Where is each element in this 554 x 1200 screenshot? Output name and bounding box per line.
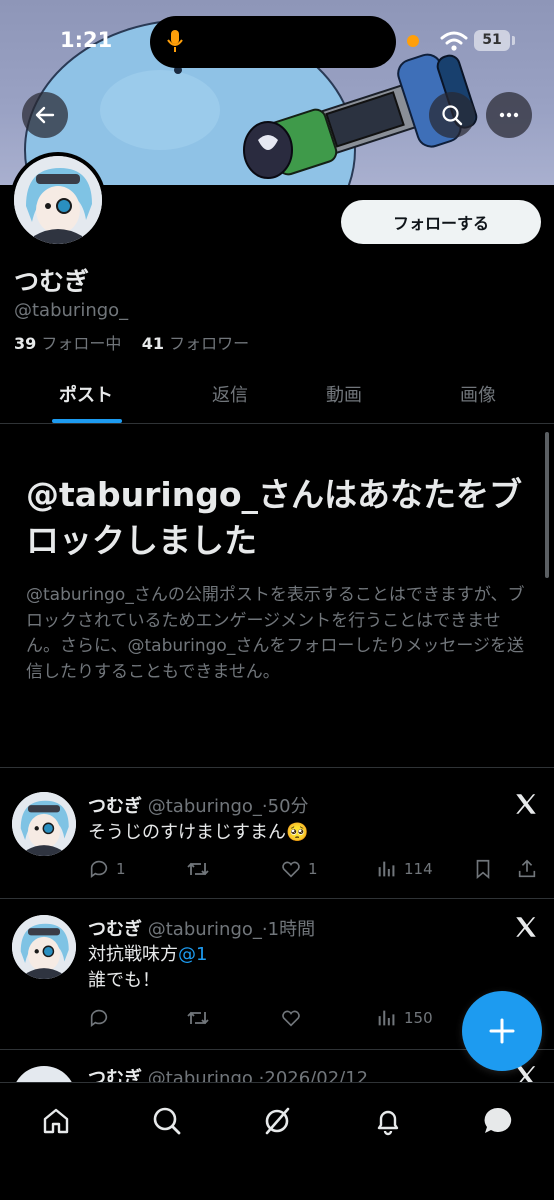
views-button[interactable]: 150 (376, 1005, 433, 1031)
scrollbar[interactable] (545, 432, 549, 578)
following-count: 39 (14, 334, 37, 353)
avatar-image (12, 792, 76, 856)
tweet-text: そうじのすけまじすまん🥺 (88, 822, 309, 843)
microphone-icon (167, 30, 183, 52)
tweet-author-handle[interactable]: @taburingo_ (148, 796, 262, 817)
bell-icon (377, 1110, 399, 1136)
battery-tip (512, 36, 515, 45)
followers-label: フォロワー (169, 334, 250, 353)
x-logo-icon (516, 794, 536, 814)
tweet-author-name[interactable]: つむぎ (88, 796, 142, 817)
tweet-header: つむぎ @taburingo_·50分 (88, 792, 309, 818)
views-icon (378, 1010, 395, 1026)
avatar-image (12, 915, 76, 979)
tweet-text: 対抗戦味方@1 誰でも！ (88, 942, 207, 994)
bookmark-icon (476, 859, 490, 880)
search-icon (153, 1107, 181, 1135)
tweet-header: つむぎ @taburingo ·2026/02/12 (88, 1064, 368, 1082)
like-button[interactable]: 1 (280, 856, 318, 882)
tweet-author-name[interactable]: つむぎ (88, 1068, 142, 1082)
follow-stats: 39 フォロー中 41 フォロワー (14, 330, 249, 354)
compose-button[interactable] (462, 991, 542, 1071)
following-link[interactable]: 39 フォロー中 (14, 334, 121, 353)
tweet-time[interactable]: ·1時間 (262, 919, 315, 940)
bottom-navigation (0, 1082, 554, 1200)
blocked-description: @taburingo_さんの公開ポストを表示することはできますが、ブロックされて… (26, 585, 525, 682)
profile-display-name: つむぎ (14, 267, 90, 296)
view-count: 114 (404, 860, 433, 878)
followers-link[interactable]: 41 フォロワー (142, 334, 249, 353)
nav-grok[interactable] (257, 1101, 297, 1141)
tweet-author-name[interactable]: つむぎ (88, 919, 142, 940)
search-icon (442, 105, 463, 126)
x-logo-icon (516, 917, 536, 937)
tweet-time[interactable]: ·2026/02/12 (259, 1068, 368, 1082)
more-button[interactable] (486, 92, 532, 138)
repost-button[interactable] (186, 1005, 210, 1031)
reply-button[interactable] (88, 1005, 110, 1031)
share-button[interactable] (516, 856, 538, 882)
battery-indicator: 51 (474, 30, 510, 51)
active-tab-indicator (52, 419, 122, 423)
tweet-text-line1: 対抗戦味方 (88, 944, 178, 965)
like-count: 1 (308, 860, 318, 878)
nav-search[interactable] (147, 1101, 187, 1141)
nav-home[interactable] (36, 1101, 76, 1141)
heart-icon (282, 1010, 300, 1027)
reply-icon (90, 1009, 108, 1027)
profile-handle: @taburingo_ (14, 300, 129, 321)
tweet-text-line2: 誰でも！ (88, 970, 160, 991)
heart-icon (282, 861, 300, 878)
tweet-avatar[interactable] (12, 792, 76, 856)
tab-replies[interactable]: 返信 (170, 364, 290, 424)
tab-images[interactable]: 画像 (418, 364, 538, 424)
nav-notifications[interactable] (368, 1101, 408, 1141)
avatar-image (14, 156, 102, 244)
tweet-author-handle[interactable]: @taburingo (148, 1068, 253, 1082)
status-time: 1:21 (60, 28, 113, 52)
mention-link[interactable]: @1 (178, 944, 207, 965)
bookmark-button[interactable] (472, 856, 494, 882)
grok-icon (265, 1107, 290, 1135)
profile-avatar[interactable] (10, 152, 106, 248)
repost-button[interactable] (186, 856, 210, 882)
search-button[interactable] (429, 92, 475, 138)
profile-tabs: ポスト 返信 動画 画像 (0, 364, 554, 424)
nav-messages[interactable] (478, 1101, 518, 1141)
repost-icon (187, 862, 209, 876)
back-button[interactable] (22, 92, 68, 138)
repost-icon (187, 1011, 209, 1025)
like-button[interactable] (280, 1005, 302, 1031)
tweet-author-handle[interactable]: @taburingo_ (148, 919, 262, 940)
tab-videos[interactable]: 動画 (284, 364, 404, 424)
tweet-avatar[interactable] (12, 1066, 76, 1082)
tweet-time[interactable]: ·50分 (262, 796, 309, 817)
dynamic-island (150, 16, 396, 68)
views-icon (378, 861, 395, 877)
followers-count: 41 (141, 334, 164, 353)
arrow-left-icon (35, 106, 55, 124)
tab-posts[interactable]: ポスト (26, 364, 146, 424)
view-count: 150 (404, 1009, 433, 1027)
plus-icon (489, 1018, 515, 1044)
following-label: フォロー中 (41, 334, 122, 353)
wifi-icon (440, 31, 468, 51)
messages-icon (484, 1107, 512, 1133)
more-horizontal-icon (499, 112, 519, 118)
follow-button[interactable]: フォローする (341, 200, 541, 244)
tweet-actions: 1 1 114 (88, 856, 548, 882)
privacy-indicator (407, 35, 419, 47)
reply-icon (90, 860, 108, 878)
tweet-avatar[interactable] (12, 915, 76, 979)
blocked-title: @taburingo_さんはあなたをブロックしました (26, 475, 523, 560)
tweet-header: つむぎ @taburingo_·1時間 (88, 915, 315, 941)
share-icon (518, 859, 536, 878)
reply-button[interactable]: 1 (88, 856, 126, 882)
reply-count: 1 (116, 860, 126, 878)
home-icon (43, 1108, 69, 1134)
tweet-item[interactable]: つむぎ @taburingo_·50分 そうじのすけまじすまん🥺 1 1 114 (0, 768, 554, 898)
views-button[interactable]: 114 (376, 856, 433, 882)
